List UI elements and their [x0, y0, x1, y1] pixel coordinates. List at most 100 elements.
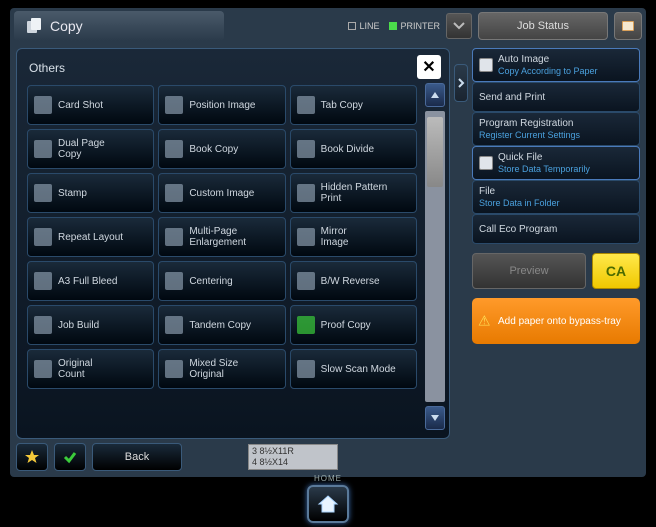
action-subtitle: Store Data Temporarily	[498, 164, 590, 174]
function-button[interactable]: Dual Page Copy	[27, 129, 154, 169]
function-button[interactable]: Slow Scan Mode	[290, 349, 417, 389]
action-item[interactable]: FileStore Data in Folder	[472, 180, 640, 214]
mode-title-bar: Copy	[14, 11, 224, 41]
preview-button[interactable]: Preview	[472, 253, 586, 289]
scrollbar-track[interactable]	[425, 111, 445, 402]
copy-icon	[24, 16, 44, 36]
function-label: Dual Page Copy	[58, 138, 105, 160]
action-item[interactable]: Send and Print	[472, 82, 640, 112]
action-subtitle: Copy According to Paper	[498, 66, 598, 76]
function-button[interactable]: Mirror Image	[290, 217, 417, 257]
function-button[interactable]: Original Count	[27, 349, 154, 389]
function-button[interactable]: Stamp	[27, 173, 154, 213]
scroll-down-button[interactable]	[425, 406, 445, 430]
function-label: Stamp	[58, 188, 87, 199]
function-button[interactable]: Book Copy	[158, 129, 285, 169]
function-button[interactable]: Job Build	[27, 305, 154, 345]
page-title: Copy	[50, 18, 83, 34]
function-button[interactable]: Centering	[158, 261, 285, 301]
function-button[interactable]: Tandem Copy	[158, 305, 285, 345]
action-item[interactable]: Call Eco Program	[472, 214, 640, 244]
action-subtitle: Store Data in Folder	[479, 198, 560, 208]
function-label: Position Image	[189, 100, 255, 111]
job-status-button[interactable]: Job Status	[478, 12, 608, 40]
function-icon	[34, 96, 52, 114]
function-label: Proof Copy	[321, 320, 371, 331]
function-icon	[34, 184, 52, 202]
close-button[interactable]: ✕	[417, 55, 441, 79]
function-button[interactable]: Proof Copy	[290, 305, 417, 345]
action-title: Send and Print	[479, 92, 545, 103]
function-icon	[297, 228, 315, 246]
function-label: Tab Copy	[321, 100, 363, 111]
action-item[interactable]: Auto ImageCopy According to Paper	[472, 48, 640, 82]
function-icon	[165, 140, 183, 158]
action-subtitle: Register Current Settings	[479, 130, 580, 140]
function-button[interactable]: Hidden Pattern Print	[290, 173, 417, 213]
function-label: Tandem Copy	[189, 320, 251, 331]
others-panel: Others ✕ Card Shot Position Image Tab Copy…	[16, 48, 450, 439]
scroll-up-button[interactable]	[425, 83, 445, 107]
function-icon	[165, 316, 183, 334]
tray-status: 3 8½X11R 4 8½X14	[248, 444, 338, 470]
function-icon	[165, 272, 183, 290]
function-label: Card Shot	[58, 100, 103, 111]
dropdown-toggle[interactable]	[446, 13, 472, 39]
function-button[interactable]: Book Divide	[290, 129, 417, 169]
function-button[interactable]: B/W Reverse	[290, 261, 417, 301]
guide-button[interactable]	[614, 12, 642, 40]
action-title: Quick File	[498, 152, 590, 163]
home-label: HOME	[307, 474, 349, 483]
printer-indicator: PRINTER	[389, 21, 440, 31]
action-panel: Auto ImageCopy According to Paper Send an…	[472, 48, 640, 439]
function-label: Original Count	[58, 358, 92, 380]
function-icon	[165, 360, 183, 378]
favorite-button[interactable]	[16, 443, 48, 471]
function-button[interactable]: Card Shot	[27, 85, 154, 125]
function-icon	[297, 184, 315, 202]
back-button[interactable]: Back	[92, 443, 182, 471]
function-icon	[34, 140, 52, 158]
function-label: Slow Scan Mode	[321, 364, 396, 375]
function-button[interactable]: Repeat Layout	[27, 217, 154, 257]
checkbox-icon	[479, 58, 493, 72]
function-icon	[34, 316, 52, 334]
function-icon	[34, 360, 52, 378]
home-button[interactable]	[307, 485, 349, 523]
function-label: Mixed Size Original	[189, 358, 238, 380]
function-button[interactable]: Multi-Page Enlargement	[158, 217, 285, 257]
function-label: Custom Image	[189, 188, 254, 199]
function-label: Book Copy	[189, 144, 238, 155]
function-icon	[34, 228, 52, 246]
function-icon	[297, 140, 315, 158]
function-icon	[34, 272, 52, 290]
warning-banner: Add paper onto bypass-tray	[472, 298, 640, 344]
line-indicator: LINE	[348, 21, 379, 31]
function-label: Hidden Pattern Print	[321, 182, 388, 204]
function-label: A3 Full Bleed	[58, 276, 117, 287]
checkbox-icon	[479, 156, 493, 170]
panel-title: Others	[23, 57, 443, 85]
function-icon	[165, 96, 183, 114]
function-button[interactable]: Position Image	[158, 85, 285, 125]
action-title: Call Eco Program	[479, 224, 557, 235]
ca-button[interactable]: CA	[592, 253, 640, 289]
function-icon	[297, 360, 315, 378]
function-button[interactable]: Tab Copy	[290, 85, 417, 125]
scrollbar-thumb[interactable]	[427, 117, 443, 187]
function-label: B/W Reverse	[321, 276, 380, 287]
function-icon	[297, 96, 315, 114]
function-label: Multi-Page Enlargement	[189, 226, 246, 248]
function-button[interactable]: Custom Image	[158, 173, 285, 213]
function-label: Book Divide	[321, 144, 374, 155]
function-icon	[165, 228, 183, 246]
action-title: File	[479, 186, 560, 197]
function-button[interactable]: Mixed Size Original	[158, 349, 285, 389]
function-label: Job Build	[58, 320, 99, 331]
expand-side-button[interactable]	[454, 64, 468, 102]
ok-button[interactable]	[54, 443, 86, 471]
action-item[interactable]: Program RegistrationRegister Current Set…	[472, 112, 640, 146]
function-button[interactable]: A3 Full Bleed	[27, 261, 154, 301]
function-label: Repeat Layout	[58, 232, 123, 243]
action-item[interactable]: Quick FileStore Data Temporarily	[472, 146, 640, 180]
